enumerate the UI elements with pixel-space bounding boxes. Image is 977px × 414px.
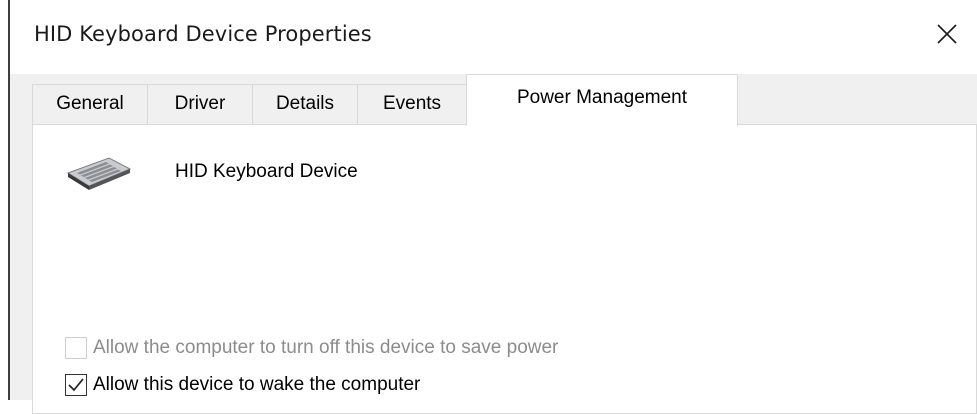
allow-turn-off-label: Allow the computer to turn off this devi… [93,337,559,358]
tab-details-label: Details [275,93,335,114]
tab-events[interactable]: Events [357,84,467,124]
tab-power-management[interactable]: Power Management [466,74,738,126]
tab-power-management-label: Power Management [516,87,688,108]
keyboard-icon [66,157,132,190]
allow-wake-option[interactable]: Allow this device to wake the computer [65,372,420,398]
allow-wake-checkbox[interactable] [65,374,87,396]
tab-events-label: Events [382,93,442,114]
tab-general-label: General [56,93,124,114]
properties-dialog: HID Keyboard Device Properties General D… [8,0,977,414]
allow-turn-off-option[interactable]: Allow the computer to turn off this devi… [65,335,558,361]
power-management-panel: HID Keyboard Device Allow the computer t… [32,124,977,414]
tab-general[interactable]: General [32,84,148,124]
dialog-client-area: General Driver Details Events Power Mana… [10,74,977,414]
tab-details[interactable]: Details [252,84,358,124]
tab-driver[interactable]: Driver [147,84,253,124]
close-button[interactable] [917,8,977,58]
window-title: HID Keyboard Device Properties [34,22,372,46]
allow-wake-label: Allow this device to wake the computer [93,374,421,395]
title-bar: HID Keyboard Device Properties [10,0,977,74]
close-icon [937,24,957,44]
allow-turn-off-checkbox[interactable] [65,337,87,359]
tab-driver-label: Driver [174,93,226,114]
tab-strip: General Driver Details Events Power Mana… [32,74,977,126]
device-name: HID Keyboard Device [175,161,358,182]
checkmark-icon [68,378,84,392]
